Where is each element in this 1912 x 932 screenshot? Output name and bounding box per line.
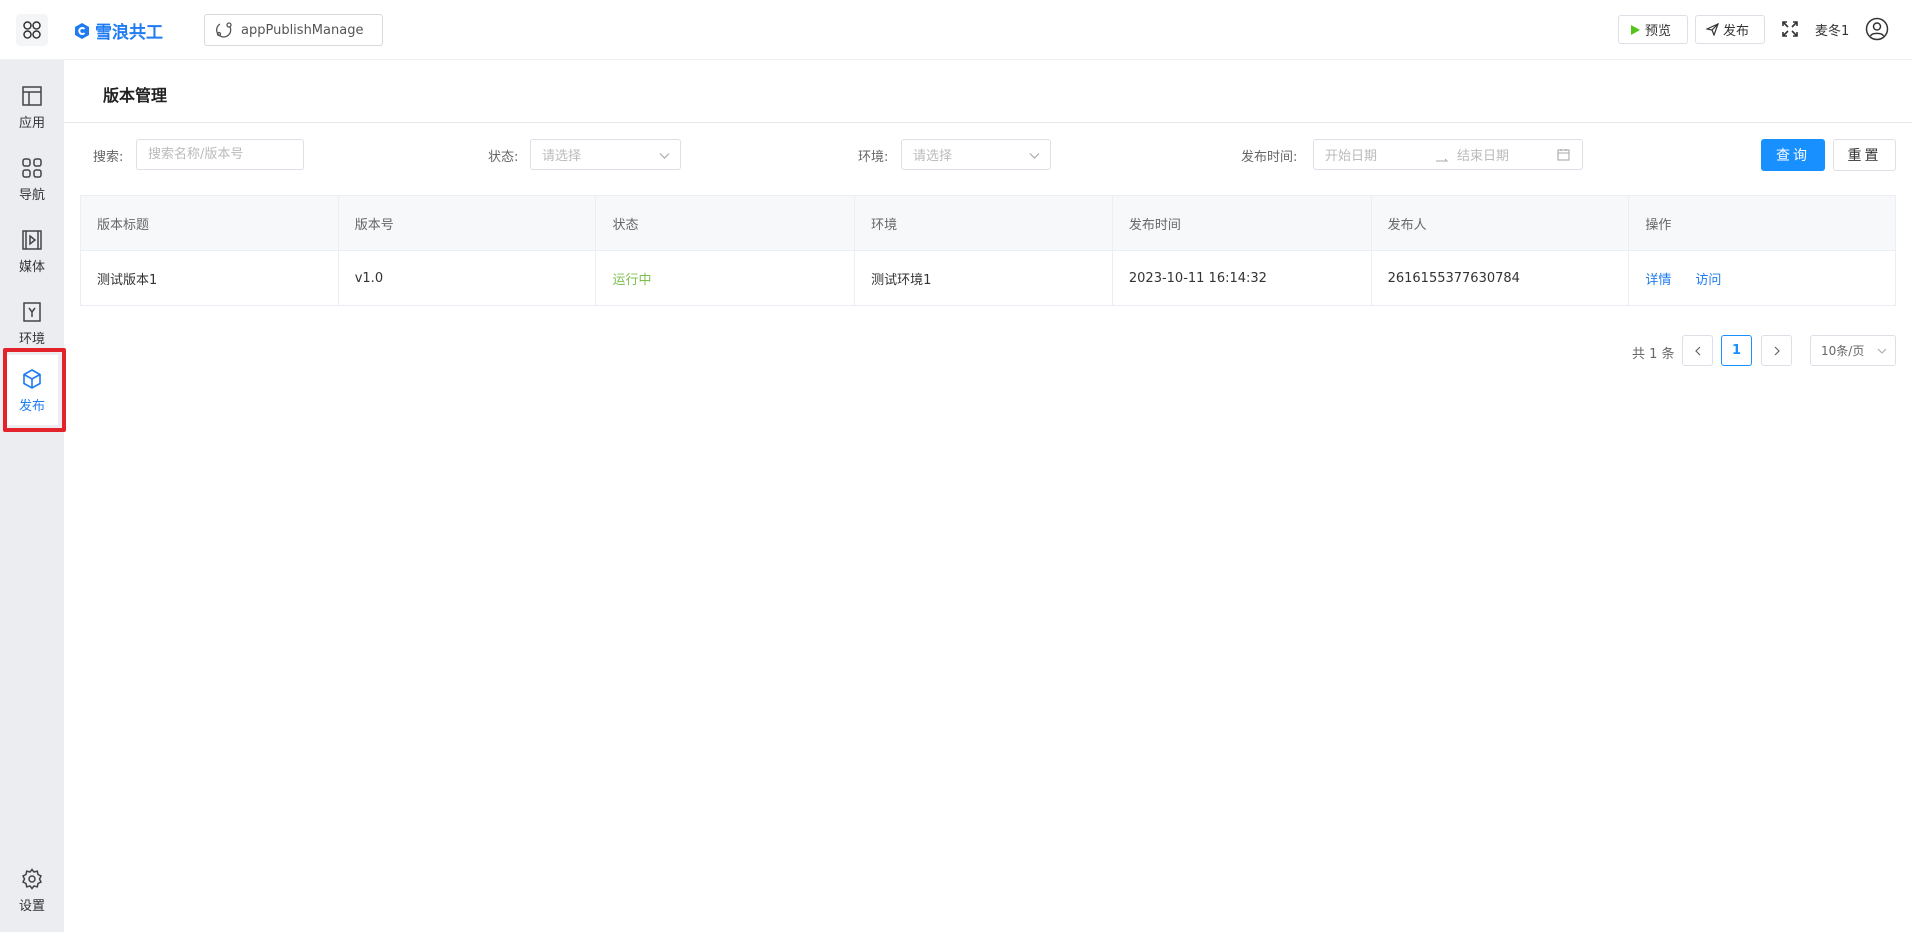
user-avatar-icon[interactable] xyxy=(1865,17,1889,41)
gear-icon xyxy=(21,867,43,890)
prev-page-button[interactable] xyxy=(1682,335,1713,366)
sidebar-item-navigation[interactable]: 导航 xyxy=(0,144,64,214)
sidebar-item-label: 设置 xyxy=(18,898,45,914)
status-badge: 运行中 xyxy=(596,251,856,305)
detail-link[interactable]: 详情 xyxy=(1645,269,1671,288)
brand-logo[interactable]: 雪浪共工 xyxy=(73,18,163,43)
publish-label: 发布 xyxy=(1723,24,1750,39)
table-row: 测试版本1 v1.0 运行中 测试环境1 2023-10-11 16:14:32… xyxy=(80,251,1896,306)
publish-button[interactable]: 发布 xyxy=(1695,15,1765,44)
project-selector[interactable]: appPublishManage xyxy=(204,14,383,46)
fullscreen-icon[interactable] xyxy=(1781,20,1799,38)
environment-icon xyxy=(23,301,41,322)
logo-icon xyxy=(75,22,89,39)
chevron-down-icon xyxy=(1029,153,1040,159)
publish-time-label: 发布时间: xyxy=(1241,150,1298,165)
reset-button[interactable]: 重置 xyxy=(1833,139,1896,171)
preview-button[interactable]: 预览 xyxy=(1618,15,1688,44)
column-header: 发布时间 xyxy=(1113,196,1372,250)
next-page-button[interactable] xyxy=(1761,335,1792,366)
env-select[interactable]: 请选择 xyxy=(901,139,1051,170)
sidebar-item-label: 媒体 xyxy=(18,259,45,275)
preview-label: 预览 xyxy=(1645,24,1672,39)
cell-version: v1.0 xyxy=(339,251,597,305)
chevron-left-icon xyxy=(1694,346,1700,355)
pagination-total: 共 1 条 xyxy=(1632,347,1675,362)
app-grid-icon xyxy=(23,21,41,39)
sidebar-item-label: 环境 xyxy=(18,331,45,347)
page-size-value: 10条/页 xyxy=(1821,344,1865,358)
search-label: 搜索: xyxy=(93,150,124,165)
sidebar-item-media[interactable]: 媒体 xyxy=(0,216,64,286)
project-icon xyxy=(216,22,232,38)
chevron-down-icon xyxy=(1877,348,1887,354)
cell-publisher: 2616155377630784 xyxy=(1372,251,1630,305)
arrow-right-icon xyxy=(1436,158,1449,161)
cube-icon xyxy=(23,368,41,389)
visit-link[interactable]: 访问 xyxy=(1695,269,1721,288)
sidebar-item-environment[interactable]: 环境 xyxy=(0,288,64,358)
status-select-placeholder: 请选择 xyxy=(542,149,582,164)
play-icon xyxy=(1631,24,1640,35)
logo-text: 雪浪共工 xyxy=(95,23,163,43)
page-title: 版本管理 xyxy=(103,86,168,105)
page-size-select[interactable]: 10条/页 xyxy=(1810,335,1896,366)
sidebar-item-publish[interactable]: 发布 xyxy=(6,355,58,425)
sidebar-item-label: 导航 xyxy=(18,187,45,203)
status-select[interactable]: 请选择 xyxy=(530,139,681,170)
column-header: 版本号 xyxy=(339,196,597,250)
start-date-placeholder[interactable]: 开始日期 xyxy=(1325,145,1435,164)
cell-title: 测试版本1 xyxy=(81,251,339,305)
app-grid-button[interactable] xyxy=(16,14,48,46)
cell-env: 测试环境1 xyxy=(855,251,1113,305)
cell-actions: 详情 访问 xyxy=(1629,251,1895,305)
send-icon xyxy=(1706,23,1719,36)
date-range-picker[interactable]: 开始日期 结束日期 xyxy=(1313,139,1583,170)
search-input[interactable] xyxy=(136,139,304,170)
sidebar-item-label: 发布 xyxy=(18,398,45,414)
query-button[interactable]: 查询 xyxy=(1761,139,1825,171)
column-header: 发布人 xyxy=(1372,196,1630,250)
sidebar-item-app[interactable]: 应用 xyxy=(0,72,64,142)
calendar-icon xyxy=(1557,149,1570,161)
layout-icon xyxy=(22,85,42,106)
column-header: 状态 xyxy=(596,196,856,250)
version-table: 版本标题 版本号 状态 环境 发布时间 发布人 操作 测试版本1 v1.0 运行… xyxy=(80,195,1896,306)
column-header: 操作 xyxy=(1645,217,1672,233)
sidebar-item-label: 应用 xyxy=(18,115,45,131)
top-header: 雪浪共工 appPublishManage 预览 发布 麦冬1 xyxy=(0,0,1912,60)
end-date-placeholder[interactable]: 结束日期 xyxy=(1457,145,1557,164)
env-select-placeholder: 请选择 xyxy=(913,149,953,164)
chevron-right-icon xyxy=(1774,346,1780,355)
user-name[interactable]: 麦冬1 xyxy=(1815,20,1849,39)
column-header: 版本标题 xyxy=(81,196,339,250)
env-label: 环境: xyxy=(858,150,889,165)
status-label: 状态: xyxy=(488,150,519,165)
column-header: 环境 xyxy=(855,196,1113,250)
project-name: appPublishManage xyxy=(241,22,364,38)
title-divider xyxy=(64,122,1912,123)
sidebar-item-settings[interactable]: 设置 xyxy=(0,855,64,925)
grid-icon xyxy=(22,157,42,178)
page-number-current[interactable]: 1 xyxy=(1721,335,1752,366)
chevron-down-icon xyxy=(659,153,670,159)
table-header: 版本标题 版本号 状态 环境 发布时间 发布人 操作 xyxy=(80,195,1896,251)
cell-time: 2023-10-11 16:14:32 xyxy=(1113,251,1372,305)
media-icon xyxy=(22,229,42,250)
